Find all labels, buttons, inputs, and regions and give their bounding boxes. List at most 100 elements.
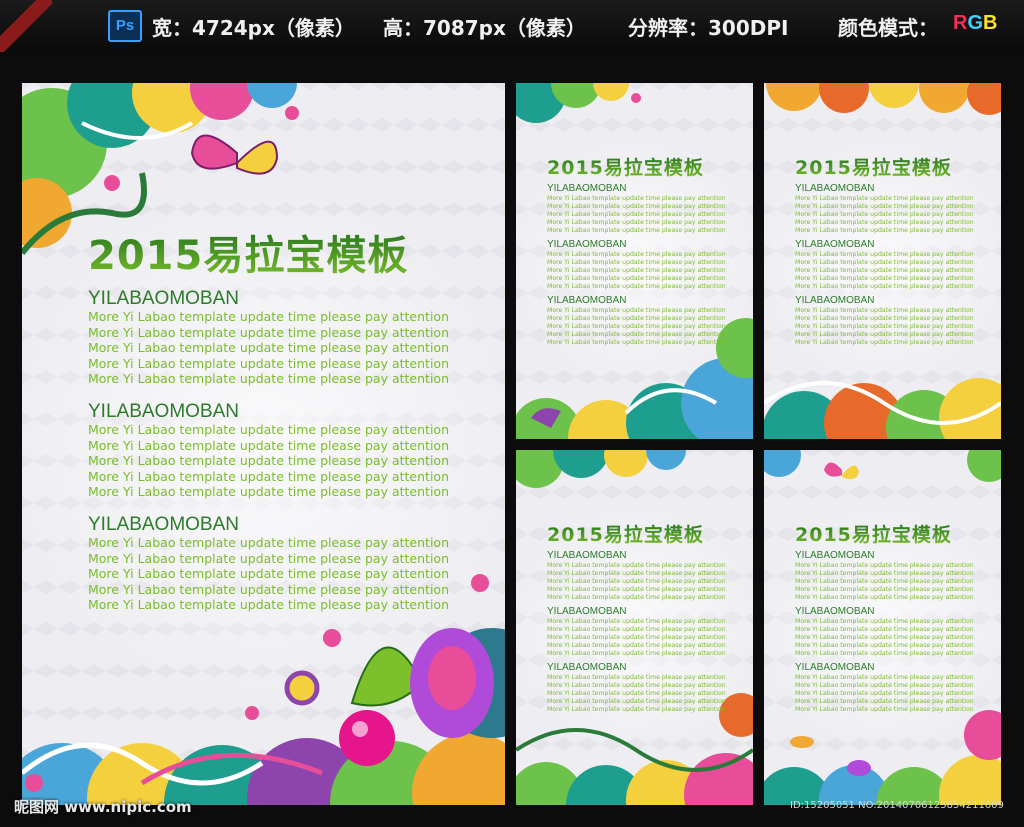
body-line: More Yi Labao template update time pleas… — [547, 283, 726, 290]
section-heading: YILABAOMOBAN — [88, 288, 239, 309]
body-line: More Yi Labao template update time pleas… — [795, 339, 974, 346]
body-line: More Yi Labao template update time pleas… — [795, 674, 974, 681]
body-line: More Yi Labao template update time pleas… — [547, 634, 726, 641]
poster-title: 2015易拉宝模板 — [547, 520, 704, 547]
body-line: More Yi Labao template update time pleas… — [795, 331, 974, 338]
body-line: More Yi Labao template update time pleas… — [547, 259, 726, 266]
body-line: More Yi Labao template update time pleas… — [547, 251, 726, 258]
image-id-text: ID:15205051 NO:20140706125854211609 — [790, 800, 1004, 811]
body-line: More Yi Labao template update time pleas… — [547, 690, 726, 697]
body-line: More Yi Labao template update time pleas… — [547, 650, 726, 657]
body-line: More Yi Labao template update time pleas… — [547, 195, 726, 202]
body-line: More Yi Labao template update time pleas… — [547, 315, 726, 322]
body-line: More Yi Labao template update time pleas… — [88, 582, 449, 597]
body-line: More Yi Labao template update time pleas… — [88, 438, 449, 453]
body-line: More Yi Labao template update time pleas… — [795, 594, 974, 601]
site-watermark: 昵图网 www.nipic.com — [14, 798, 192, 816]
body-line: More Yi Labao template update time pleas… — [795, 227, 974, 234]
body-line: More Yi Labao template update time pleas… — [547, 570, 726, 577]
section-heading: YILABAOMOBAN — [547, 662, 627, 673]
body-line: More Yi Labao template update time pleas… — [795, 315, 974, 322]
body-line: More Yi Labao template update time pleas… — [88, 469, 449, 484]
body-line: More Yi Labao template update time pleas… — [88, 356, 449, 371]
body-line: More Yi Labao template update time pleas… — [795, 586, 974, 593]
body-line: More Yi Labao template update time pleas… — [547, 219, 726, 226]
poster-title: 2015易拉宝模板 — [795, 520, 952, 547]
body-line: More Yi Labao template update time pleas… — [795, 323, 974, 330]
body-line: More Yi Labao template update time pleas… — [795, 698, 974, 705]
color-mode-spec: 颜色模式： — [838, 16, 938, 40]
body-line: More Yi Labao template update time pleas… — [88, 422, 449, 437]
body-line: More Yi Labao template update time pleas… — [547, 642, 726, 649]
body-line: More Yi Labao template update time pleas… — [88, 566, 449, 581]
body-line: More Yi Labao template update time pleas… — [795, 642, 974, 649]
body-line: More Yi Labao template update time pleas… — [795, 618, 974, 625]
body-line: More Yi Labao template update time pleas… — [547, 618, 726, 625]
body-line: More Yi Labao template update time pleas… — [795, 267, 974, 274]
body-line: More Yi Labao template update time pleas… — [547, 706, 726, 713]
body-line: More Yi Labao template update time pleas… — [547, 275, 726, 282]
photoshop-icon: Ps — [108, 10, 142, 42]
body-line: More Yi Labao template update time pleas… — [547, 267, 726, 274]
section-heading: YILABAOMOBAN — [795, 239, 875, 250]
body-line: More Yi Labao template update time pleas… — [547, 331, 726, 338]
width-spec: 宽：4724px（像素） — [152, 16, 355, 40]
body-line: More Yi Labao template update time pleas… — [547, 339, 726, 346]
poster-small-3: 2015易拉宝模板 YILABAOMOBAN More Yi Labao tem… — [516, 450, 753, 805]
body-line: More Yi Labao template update time pleas… — [88, 597, 449, 612]
body-line: More Yi Labao template update time pleas… — [88, 371, 449, 386]
section-heading: YILABAOMOBAN — [547, 239, 627, 250]
section-heading: YILABAOMOBAN — [88, 401, 239, 422]
body-line: More Yi Labao template update time pleas… — [795, 626, 974, 633]
body-line: More Yi Labao template update time pleas… — [795, 275, 974, 282]
poster-large: 2015易拉宝模板 YILABAOMOBAN More Yi Labao tem… — [22, 83, 505, 805]
body-line: More Yi Labao template update time pleas… — [547, 323, 726, 330]
body-line: More Yi Labao template update time pleas… — [88, 309, 449, 324]
body-line: More Yi Labao template update time pleas… — [795, 690, 974, 697]
body-line: More Yi Labao template update time pleas… — [547, 578, 726, 585]
body-line: More Yi Labao template update time pleas… — [795, 570, 974, 577]
poster-small-2: 2015易拉宝模板 YILABAOMOBAN More Yi Labao tem… — [764, 83, 1001, 439]
poster-title: 2015易拉宝模板 — [547, 153, 704, 180]
body-line: More Yi Labao template update time pleas… — [547, 594, 726, 601]
body-line: More Yi Labao template update time pleas… — [88, 535, 449, 550]
poster-title: 2015易拉宝模板 — [88, 223, 408, 281]
section-heading: YILABAOMOBAN — [547, 606, 627, 617]
body-line: More Yi Labao template update time pleas… — [88, 484, 449, 499]
section-heading: YILABAOMOBAN — [795, 295, 875, 306]
corner-ribbon — [0, 0, 52, 52]
body-line: More Yi Labao template update time pleas… — [795, 578, 974, 585]
body-line: More Yi Labao template update time pleas… — [795, 634, 974, 641]
body-line: More Yi Labao template update time pleas… — [547, 203, 726, 210]
body-line: More Yi Labao template update time pleas… — [547, 674, 726, 681]
section-heading: YILABAOMOBAN — [795, 606, 875, 617]
top-bar: Ps 宽：4724px（像素） 高：7087px（像素） 分辨率：300DPI … — [0, 0, 1024, 52]
body-line: More Yi Labao template update time pleas… — [547, 682, 726, 689]
body-line: More Yi Labao template update time pleas… — [547, 698, 726, 705]
section-heading: YILABAOMOBAN — [795, 550, 875, 561]
body-line: More Yi Labao template update time pleas… — [795, 562, 974, 569]
poster-small-1: 2015易拉宝模板 YILABAOMOBAN More Yi Labao tem… — [516, 83, 753, 439]
body-line: More Yi Labao template update time pleas… — [88, 551, 449, 566]
body-line: More Yi Labao template update time pleas… — [795, 219, 974, 226]
body-line: More Yi Labao template update time pleas… — [795, 283, 974, 290]
body-line: More Yi Labao template update time pleas… — [795, 195, 974, 202]
body-line: More Yi Labao template update time pleas… — [795, 211, 974, 218]
section-heading: YILABAOMOBAN — [547, 550, 627, 561]
body-line: More Yi Labao template update time pleas… — [88, 325, 449, 340]
body-line: More Yi Labao template update time pleas… — [88, 453, 449, 468]
body-line: More Yi Labao template update time pleas… — [795, 259, 974, 266]
section-heading: YILABAOMOBAN — [795, 183, 875, 194]
poster-title: 2015易拉宝模板 — [795, 153, 952, 180]
poster-small-4: 2015易拉宝模板 YILABAOMOBAN More Yi Labao tem… — [764, 450, 1001, 805]
body-line: More Yi Labao template update time pleas… — [547, 562, 726, 569]
body-line: More Yi Labao template update time pleas… — [795, 251, 974, 258]
body-line: More Yi Labao template update time pleas… — [547, 626, 726, 633]
section-heading: YILABAOMOBAN — [88, 514, 239, 535]
body-line: More Yi Labao template update time pleas… — [547, 227, 726, 234]
rgb-label: RGB — [953, 12, 998, 34]
body-line: More Yi Labao template update time pleas… — [547, 211, 726, 218]
section-heading: YILABAOMOBAN — [547, 183, 627, 194]
resolution-spec: 分辨率：300DPI — [628, 16, 789, 40]
section-heading: YILABAOMOBAN — [547, 295, 627, 306]
